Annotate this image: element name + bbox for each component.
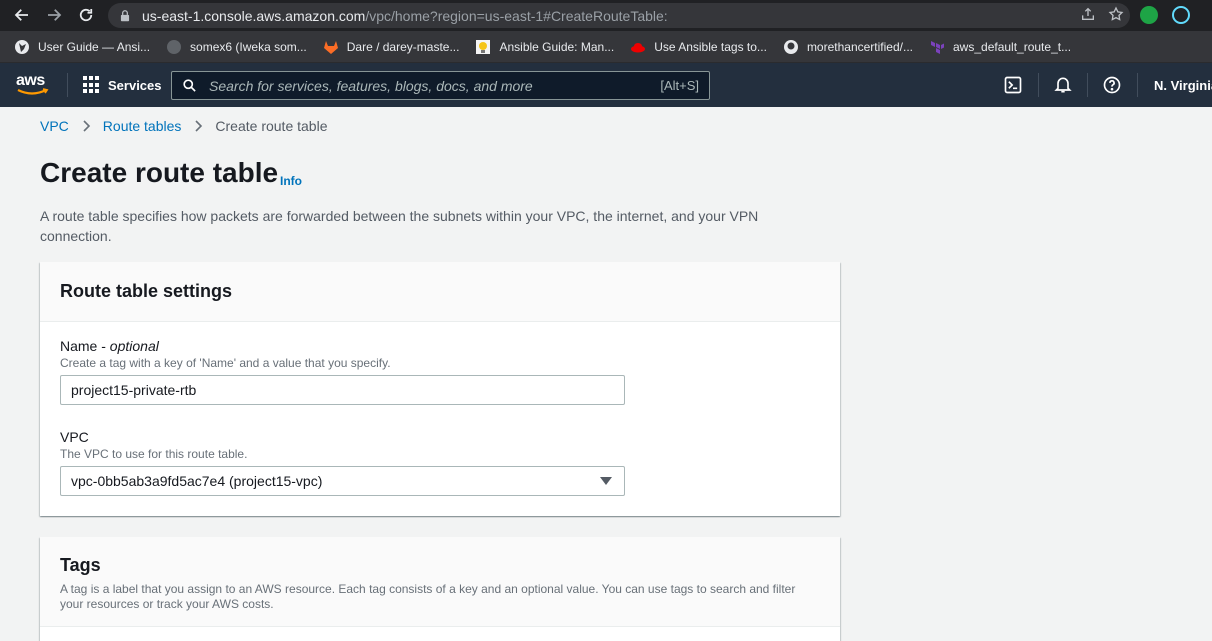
vpc-field-label: VPC (60, 429, 89, 445)
bookmark-item[interactable]: User Guide — Ansi... (14, 39, 150, 55)
bookmark-item[interactable]: Use Ansible tags to... (630, 39, 767, 55)
panel-header: Tags A tag is a label that you assign to… (40, 537, 840, 627)
share-icon[interactable] (1080, 6, 1096, 22)
bookmark-item[interactable]: aws_default_route_t... (929, 39, 1071, 55)
nav-divider (67, 73, 68, 97)
github-icon (783, 39, 799, 55)
breadcrumb-current: Create route table (215, 118, 328, 134)
aws-logo[interactable]: aws (16, 72, 50, 98)
name-field-label: Name - optional (60, 338, 159, 354)
gitlab-icon (323, 39, 339, 55)
page-title: Create route table (40, 157, 279, 188)
bookmark-item[interactable]: Dare / darey-maste... (323, 39, 459, 55)
chevron-right-icon (195, 120, 203, 132)
bookmark-item[interactable]: morethancertified/... (783, 39, 913, 55)
lock-icon (120, 9, 130, 21)
address-bar[interactable]: us-east-1.console.aws.amazon.com/vpc/hom… (108, 3, 1130, 28)
nav-divider (1038, 73, 1039, 97)
aws-search-input[interactable]: Search for services, features, blogs, do… (171, 71, 710, 100)
nav-divider (1087, 73, 1088, 97)
panel-body: Name - optional Create a tag with a key … (40, 322, 840, 516)
grid-icon (83, 76, 101, 94)
name-input[interactable]: project15-private-rtb (60, 375, 625, 405)
extension-password-icon[interactable] (1140, 6, 1158, 24)
bookmark-item[interactable]: Ansible Guide: Man... (475, 39, 614, 55)
extension-react-icon[interactable] (1172, 6, 1190, 24)
breadcrumb-vpc-link[interactable]: VPC (40, 118, 69, 134)
bookmarks-bar: User Guide — Ansi... somex6 (Iweka som..… (0, 31, 1212, 63)
breadcrumb: VPC Route tables Create route table (40, 118, 327, 134)
search-icon (183, 79, 196, 92)
forward-arrow-icon[interactable] (42, 3, 66, 27)
redhat-icon (630, 39, 646, 55)
globe-icon (14, 39, 30, 55)
bell-icon[interactable] (1053, 75, 1073, 95)
vpc-field-description: The VPC to use for this route table. (60, 447, 248, 461)
browser-toolbar: us-east-1.console.aws.amazon.com/vpc/hom… (0, 0, 1212, 31)
reload-icon[interactable] (74, 3, 98, 27)
aws-smile-icon (17, 88, 49, 95)
breadcrumb-route-tables-link[interactable]: Route tables (103, 118, 182, 134)
lightbulb-icon (475, 39, 491, 55)
region-selector[interactable]: N. Virginia (1154, 78, 1212, 93)
help-icon[interactable] (1102, 75, 1122, 95)
vpc-select-value: vpc-0bb5ab3a9fd5ac7e4 (project15-vpc) (71, 473, 323, 489)
vpc-select[interactable]: vpc-0bb5ab3a9fd5ac7e4 (project15-vpc) (60, 466, 625, 496)
panel-header: Route table settings (40, 262, 840, 322)
tags-panel: Tags A tag is a label that you assign to… (40, 537, 840, 641)
panel-title: Route table settings (60, 281, 233, 301)
url-text: us-east-1.console.aws.amazon.com/vpc/hom… (142, 7, 668, 24)
aws-top-navigation: aws Services Search for services, featur… (0, 63, 1212, 107)
github-icon (166, 39, 182, 55)
info-link[interactable]: Info (280, 174, 302, 188)
tags-description: A tag is a label that you assign to an A… (60, 582, 796, 611)
bookmark-item[interactable]: somex6 (Iweka som... (166, 39, 307, 55)
nav-divider (1137, 73, 1138, 97)
caret-down-icon (600, 477, 612, 485)
services-menu-button[interactable]: Services (83, 76, 162, 94)
chevron-right-icon (83, 120, 90, 132)
page-description: A route table specifies how packets are … (40, 208, 759, 244)
cloudshell-icon[interactable] (1003, 75, 1023, 95)
tags-title: Tags (60, 555, 101, 575)
star-icon[interactable] (1108, 6, 1124, 22)
name-field-description: Create a tag with a key of 'Name' and a … (60, 356, 391, 370)
route-table-settings-panel: Route table settings Name - optional Cre… (40, 262, 840, 516)
back-arrow-icon[interactable] (10, 3, 34, 27)
terraform-icon (929, 39, 945, 55)
